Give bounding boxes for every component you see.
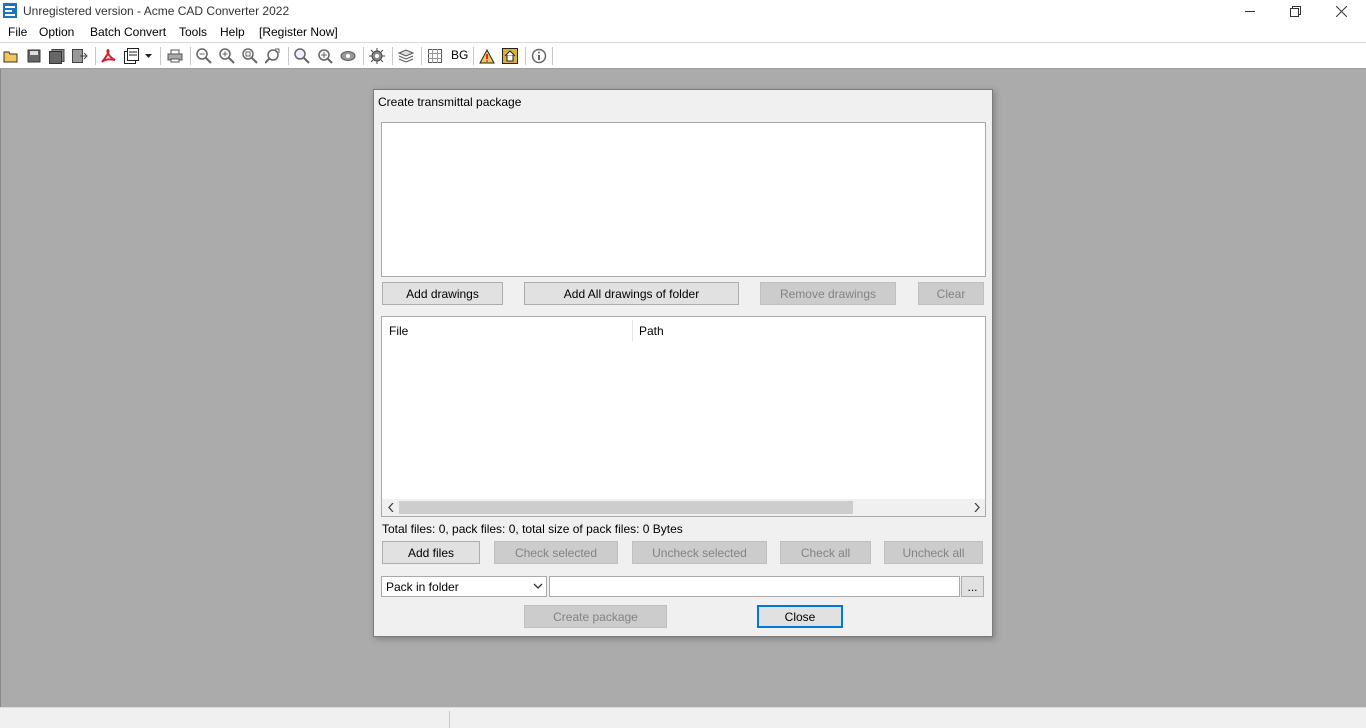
restore-icon [1289,5,1301,17]
batch-dropdown-icon[interactable] [142,46,154,66]
scroll-right-icon[interactable] [968,499,985,516]
zoom-window-icon[interactable] [240,46,260,66]
check-all-button[interactable]: Check all [780,541,871,564]
drawings-list[interactable] [381,122,986,277]
check-selected-button[interactable]: Check selected [494,541,618,564]
minimize-icon [1244,10,1255,12]
view-icon[interactable] [338,46,358,66]
zoom-extents-icon[interactable] [263,46,283,66]
menu-file[interactable]: File [8,25,27,39]
menu-register-now[interactable]: [Register Now] [259,25,338,39]
layers-icon[interactable] [396,46,416,66]
close-button[interactable]: Close [757,605,843,628]
warning-icon[interactable] [477,46,497,66]
print-icon[interactable] [165,46,185,66]
save-icon[interactable] [24,46,44,66]
zoom-out-icon[interactable] [194,46,214,66]
pan-icon[interactable] [315,46,335,66]
transmittal-dialog: Create transmittal package Add drawings … [373,89,993,637]
close-window-button[interactable] [1318,0,1364,22]
pdf-icon[interactable] [98,46,118,66]
toolbar: BG [0,43,1366,69]
clear-button[interactable]: Clear [918,282,984,305]
grid-icon[interactable] [425,46,445,66]
close-icon [1335,5,1347,17]
pack-mode-select[interactable]: Pack in folder [381,576,547,597]
add-all-drawings-button[interactable]: Add All drawings of folder [524,282,739,305]
restore-button[interactable] [1272,0,1318,22]
uncheck-selected-button[interactable]: Uncheck selected [632,541,767,564]
status-bar [0,707,1366,728]
create-package-button[interactable]: Create package [524,605,667,628]
menu-option[interactable]: Option [39,25,74,39]
menu-batch-convert[interactable]: Batch Convert [90,25,166,39]
chevron-down-icon [533,583,543,589]
minimize-button[interactable] [1227,0,1273,22]
save-all-icon[interactable] [47,46,67,66]
package-summary: Total files: 0, pack files: 0, total siz… [382,522,683,536]
browse-button[interactable]: ... [961,576,984,597]
title-bar: Unregistered version - Acme CAD Converte… [0,0,1366,22]
info-icon[interactable] [529,46,549,66]
uncheck-all-button[interactable]: Uncheck all [884,541,983,564]
window-title: Unregistered version - Acme CAD Converte… [23,4,290,18]
app-icon [3,3,17,18]
open-icon[interactable] [1,46,21,66]
dialog-title: Create transmittal package [378,95,522,109]
add-drawings-button[interactable]: Add drawings [382,282,503,305]
settings-icon[interactable] [367,46,387,66]
scrollbar-thumb[interactable] [399,501,853,514]
horizontal-scrollbar[interactable] [382,499,985,516]
remove-drawings-button[interactable]: Remove drawings [760,282,896,305]
menu-tools[interactable]: Tools [179,25,207,39]
output-path-input[interactable] [549,576,960,597]
export-icon[interactable] [70,46,90,66]
background-toggle[interactable]: BG [451,48,468,62]
column-header-file[interactable]: File [389,324,408,338]
batch-icon[interactable] [122,46,142,66]
zoom-in-icon[interactable] [217,46,237,66]
pack-mode-value: Pack in folder [386,580,459,594]
files-table[interactable]: File Path [381,316,986,517]
menu-bar: File Option Batch Convert Tools Help [Re… [0,22,1366,43]
find-icon[interactable] [292,46,312,66]
column-header-path[interactable]: Path [639,324,664,338]
menu-help[interactable]: Help [220,25,245,39]
add-files-button[interactable]: Add files [382,541,480,564]
status-divider [449,711,450,728]
scroll-left-icon[interactable] [382,499,399,516]
home-icon[interactable] [500,46,520,66]
column-divider[interactable] [632,320,633,342]
